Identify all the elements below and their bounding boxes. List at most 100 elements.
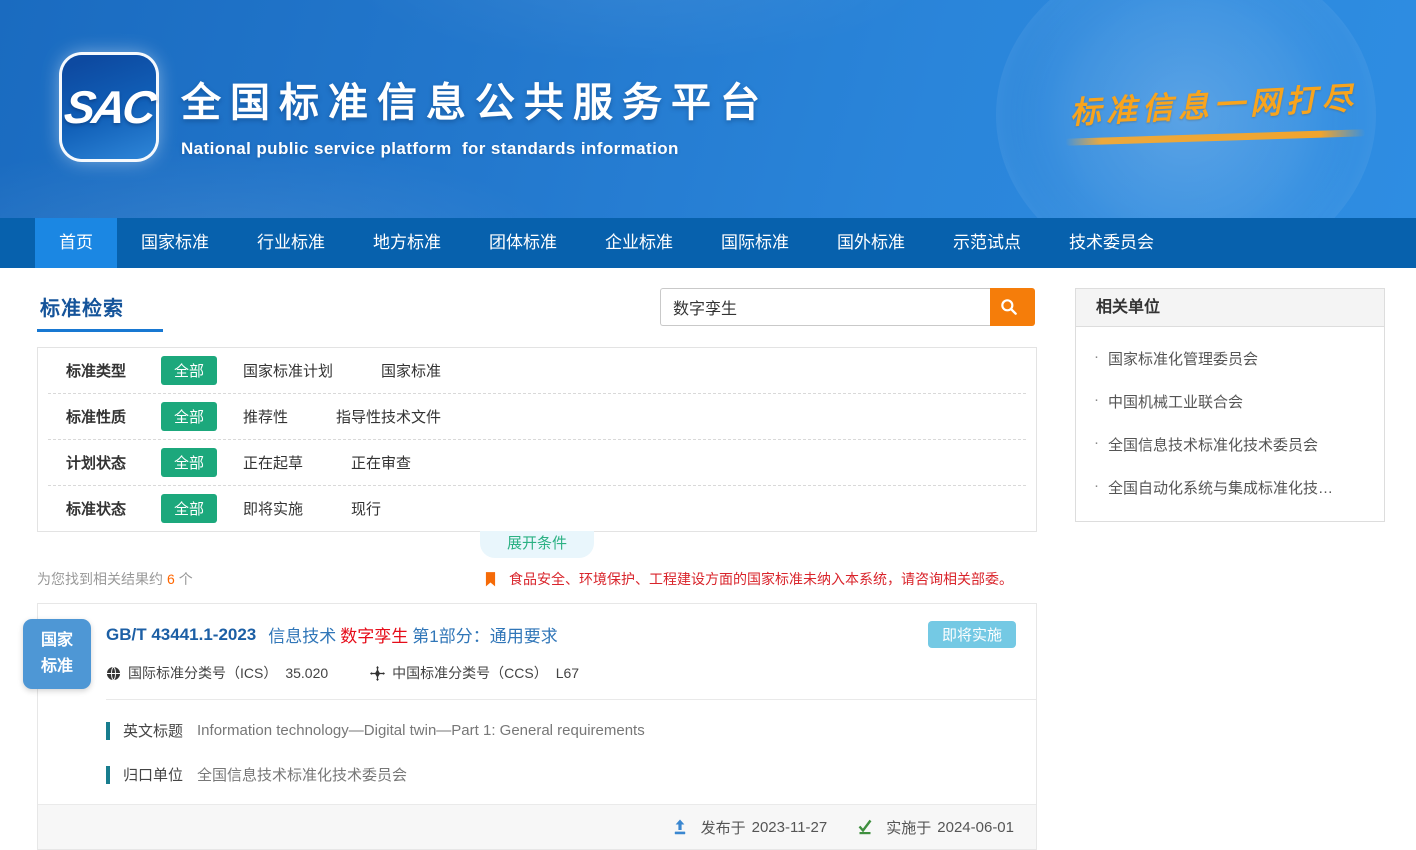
badge-line2: 标准 <box>41 654 73 680</box>
national-standard-badge: 国家 标准 <box>23 619 91 689</box>
card-title-row: GB/T 43441.1-2023 信息技术数字孪生第1部分：通用要求 即将实施 <box>106 621 1016 648</box>
result-meta-row: 为您找到相关结果约 6 个 食品安全、环境保护、工程建设方面的国家标准未纳入本系… <box>37 569 1037 589</box>
sac-logo-text: SAC <box>61 80 157 134</box>
filter-all-button[interactable]: 全部 <box>161 402 217 431</box>
result-count-suffix: 个 <box>179 569 193 589</box>
search-icon <box>999 297 1019 317</box>
implement-date: 2024-06-01 <box>937 819 1014 836</box>
section-head: 标准检索 <box>37 268 1037 347</box>
related-unit-item[interactable]: ·国家标准化管理委员会 <box>1094 337 1368 380</box>
filter-panel: 标准类型 全部 国家标准计划 国家标准 标准性质 全部 推荐性 指导性技术文件 … <box>37 347 1037 532</box>
search-box <box>660 288 1035 326</box>
nav-tab-home[interactable]: 首页 <box>35 218 117 268</box>
site-subtitle: National public service platform for sta… <box>181 139 769 159</box>
nav-tab-enterprise-standard[interactable]: 企业标准 <box>581 218 697 268</box>
filter-label: 标准状态 <box>66 498 161 519</box>
title-highlight: 数字孪生 <box>340 627 408 646</box>
bullet-dot: · <box>1094 391 1099 408</box>
filter-option[interactable]: 推荐性 <box>243 406 288 427</box>
standard-title-link[interactable]: 信息技术数字孪生第1部分：通用要求 <box>268 622 557 647</box>
related-unit-item[interactable]: · 全国信息技术标准化技术委员会 <box>1094 423 1368 466</box>
badge-line1: 国家 <box>41 628 73 654</box>
implement-label: 实施于 <box>886 817 931 838</box>
committee-link[interactable]: 全国信息技术标准化技术委员会 <box>197 764 407 785</box>
nav-tab-technical-committee[interactable]: 技术委员会 <box>1045 218 1178 268</box>
committee-row: 归口单位 全国信息技术标准化技术委员会 <box>106 764 1016 785</box>
teal-bar <box>106 722 110 740</box>
expand-conditions-button[interactable]: 展开条件 <box>480 531 594 558</box>
bookmark-icon <box>485 572 496 587</box>
english-title-label: 英文标题 <box>123 720 183 741</box>
result-count: 为您找到相关结果约 6 个 <box>37 569 193 589</box>
page: SAC 全国标准信息公共服务平台 National public service… <box>0 0 1416 845</box>
result-card: 国家 标准 GB/T 43441.1-2023 信息技术数字孪生第1部分：通用要… <box>37 603 1037 850</box>
filter-label: 计划状态 <box>66 452 161 473</box>
ics-value: 35.020 <box>285 665 328 681</box>
card-meta-row: 国际标准分类号（ICS） 35.020 中国标准分类号（CCS） L67 <box>106 663 1016 683</box>
nav-tab-national-standard[interactable]: 国家标准 <box>117 218 233 268</box>
filter-option[interactable]: 国家标准 <box>381 360 441 381</box>
nav-tab-group-standard[interactable]: 团体标准 <box>465 218 581 268</box>
filter-label: 标准类型 <box>66 360 161 381</box>
filter-option[interactable]: 正在起草 <box>243 452 303 473</box>
ccs-value: L67 <box>556 665 579 681</box>
compass-icon <box>370 666 385 681</box>
status-badge: 即将实施 <box>928 621 1016 648</box>
filter-all-button[interactable]: 全部 <box>161 494 217 523</box>
globe-icon <box>106 666 121 681</box>
sac-logo[interactable]: SAC <box>62 55 156 159</box>
related-unit-label: 全国自动化系统与集成标准化技… <box>1108 477 1333 498</box>
title-part1: 信息技术 <box>268 627 336 646</box>
ics-label: 国际标准分类号（ICS） <box>128 663 277 683</box>
result-count-prefix: 为您找到相关结果约 <box>37 569 163 589</box>
search-input[interactable] <box>660 288 990 326</box>
filter-option[interactable]: 国家标准计划 <box>243 360 333 381</box>
nav-tab-demonstration-pilot[interactable]: 示范试点 <box>929 218 1045 268</box>
filter-row-standard-type: 标准类型 全部 国家标准计划 国家标准 <box>38 348 1036 393</box>
main-nav: 首页 国家标准 行业标准 地方标准 团体标准 企业标准 国际标准 国外标准 示范… <box>0 218 1416 268</box>
filter-option[interactable]: 指导性技术文件 <box>336 406 441 427</box>
related-units-panel: 相关单位 ·国家标准化管理委员会 ·中国机械工业联合会 ·全国信息技术标准化技术… <box>1075 288 1385 522</box>
filter-row-plan-status: 计划状态 全部 正在起草 正在审查 <box>38 440 1036 485</box>
filter-row-standard-nature: 标准性质 全部 推荐性 指导性技术文件 <box>38 394 1036 439</box>
sidebar: 相关单位 ·国家标准化管理委员会 ·中国机械工业联合会 ·全国信息技术标准化技术… <box>1075 288 1385 522</box>
standard-code-link[interactable]: GB/T 43441.1-2023 <box>106 625 256 645</box>
publish-date-group: 发布于 2023-11-27 <box>672 817 828 838</box>
card-body: GB/T 43441.1-2023 信息技术数字孪生第1部分：通用要求 即将实施… <box>38 604 1036 685</box>
divider <box>106 699 1036 700</box>
notice: 食品安全、环境保护、工程建设方面的国家标准未纳入本系统，请咨询相关部委。 <box>485 569 1013 589</box>
nav-tab-local-standard[interactable]: 地方标准 <box>349 218 465 268</box>
page-title-underline <box>37 329 163 332</box>
card-footer: 发布于 2023-11-27 实施于 2024-06-01 <box>38 804 1036 849</box>
nav-tab-international-standard[interactable]: 国际标准 <box>697 218 813 268</box>
related-unit-label: 全国信息技术标准化技术委员会 <box>1108 434 1318 455</box>
related-unit-item[interactable]: · 中国机械工业联合会 <box>1094 380 1368 423</box>
related-unit-label: 中国机械工业联合会 <box>1108 391 1243 412</box>
content-area: 标准检索 标准类型 全部 国家标准计划 国家标准 <box>0 268 1416 850</box>
filter-option[interactable]: 现行 <box>351 498 381 519</box>
filter-row-standard-status: 标准状态 全部 即将实施 现行 <box>38 486 1036 531</box>
publish-date: 2023-11-27 <box>752 819 828 836</box>
english-title-value: Information technology—Digital twin—Part… <box>197 722 645 739</box>
publish-icon <box>672 819 688 835</box>
implement-date-group: 实施于 2024-06-01 <box>857 817 1014 838</box>
filter-option[interactable]: 正在审查 <box>351 452 411 473</box>
ccs-label: 中国标准分类号（CCS） <box>392 663 548 683</box>
bullet-dot: · <box>1094 477 1099 494</box>
related-unit-item[interactable]: · 全国自动化系统与集成标准化技… <box>1094 466 1368 509</box>
site-header: SAC 全国标准信息公共服务平台 National public service… <box>0 0 1416 218</box>
bullet-dot: · <box>1094 434 1099 451</box>
notice-text: 食品安全、环境保护、工程建设方面的国家标准未纳入本系统，请咨询相关部委。 <box>509 569 1013 589</box>
committee-label: 归口单位 <box>123 764 183 785</box>
main-column: 标准检索 标准类型 全部 国家标准计划 国家标准 <box>37 268 1037 850</box>
filter-all-button[interactable]: 全部 <box>161 448 217 477</box>
filter-option[interactable]: 即将实施 <box>243 498 303 519</box>
implement-icon <box>857 819 873 835</box>
nav-tab-foreign-standard[interactable]: 国外标准 <box>813 218 929 268</box>
english-title-row: 英文标题 Information technology—Digital twin… <box>106 720 1016 741</box>
search-button[interactable] <box>990 288 1035 326</box>
related-units-list: ·国家标准化管理委员会 · 中国机械工业联合会 · 全国信息技术标准化技术委员会 ·… <box>1076 327 1384 521</box>
filter-all-button[interactable]: 全部 <box>161 356 217 385</box>
title-part2: 第1部分：通用要求 <box>412 627 557 646</box>
nav-tab-industry-standard[interactable]: 行业标准 <box>233 218 349 268</box>
